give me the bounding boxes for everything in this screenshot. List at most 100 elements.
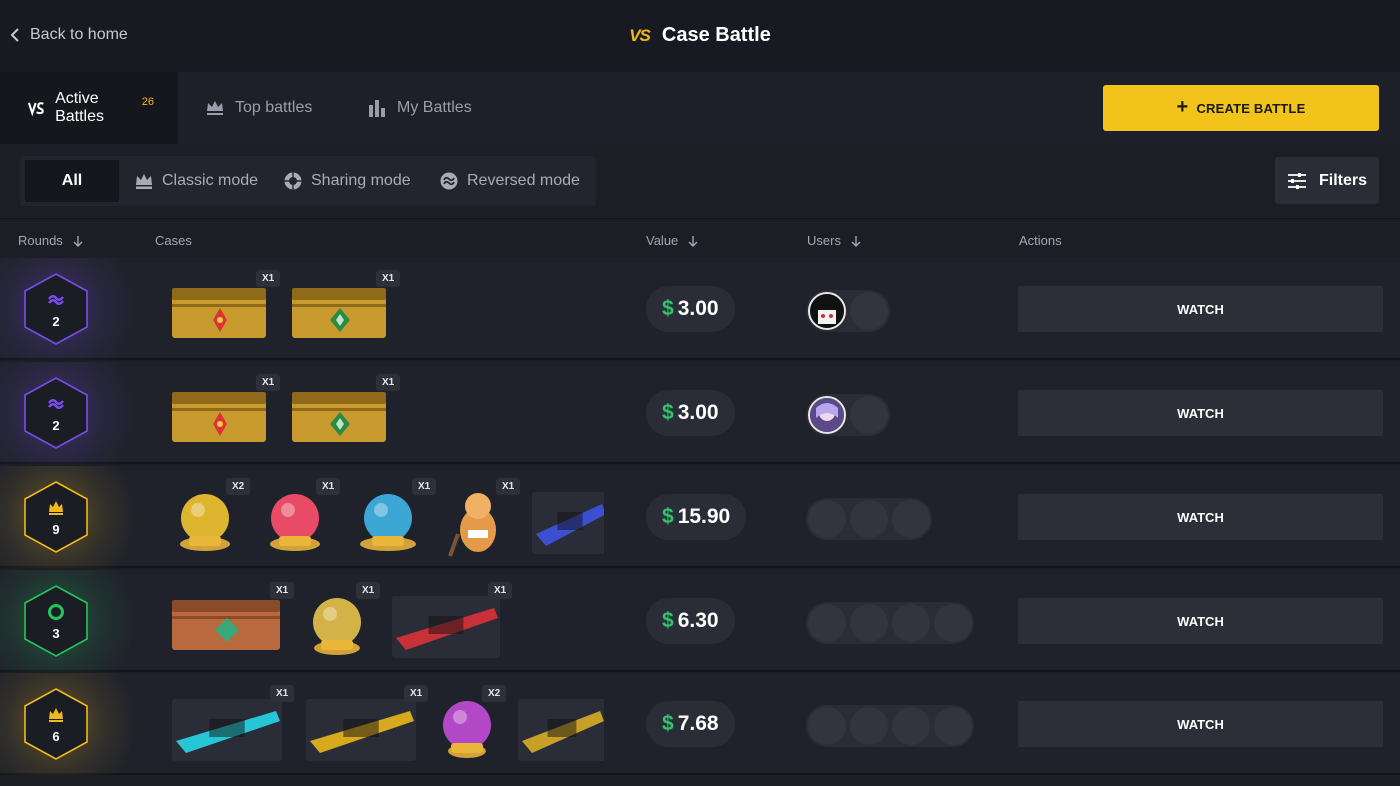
cases-list: X1 X1 [164,268,604,352]
user-slots [806,705,974,747]
case-quantity-badge: X1 [376,374,401,391]
sliders-icon [1287,172,1306,189]
column-users[interactable]: Users [807,233,861,248]
case-quantity-badge: X2 [226,478,251,495]
cases-list: X1 X1 [164,372,604,456]
user-slots [806,602,974,644]
case-quantity-badge: X2 [482,685,507,702]
rounds-count: 9 [52,522,60,537]
column-label: Value [646,233,679,248]
watch-button[interactable]: WATCH [1018,701,1383,747]
mode-label: All [61,172,83,189]
vs-icon [28,102,44,117]
mode-segmented-control: All Classic mode Sharing mode Reversed m… [20,156,596,206]
case-item[interactable]: X2 [436,685,507,767]
empty-user-slot [808,500,846,538]
page-title: VS Case Battle [0,24,1400,47]
currency-symbol: $ [662,401,674,424]
case-item[interactable]: X1 [168,374,281,455]
tab-top-battles[interactable]: Top battles [205,72,312,144]
case-item[interactable]: X1 [302,582,381,664]
mode-label: Reversed mode [467,172,580,189]
tab-my-battles[interactable]: My Battles [367,72,472,144]
mode-classic[interactable]: Classic mode [134,160,258,202]
value-amount: 15.90 [677,505,731,528]
case-item[interactable]: X1 [258,478,341,560]
rounds-count: 6 [52,729,60,744]
case-item[interactable] [514,691,604,767]
column-label: Actions [1019,233,1062,248]
column-label: Rounds [18,233,63,248]
watch-button[interactable]: WATCH [1018,494,1383,540]
empty-user-slot [850,292,888,330]
case-quantity-badge: X1 [270,582,295,599]
column-rounds[interactable]: Rounds [18,233,83,248]
tab-active-battles[interactable]: Active Battles 26 [0,72,178,144]
watch-button[interactable]: WATCH [1018,286,1383,332]
battle-row: 6 X1 X1 X2 $7.68 WATCH [0,673,1400,775]
case-quantity-badge: X1 [256,374,281,391]
case-item[interactable]: X1 [168,270,281,351]
empty-user-slot [850,396,888,434]
column-label: Users [807,233,841,248]
cases-list: X1 X1 X2 [164,683,604,767]
case-item[interactable]: X1 [288,374,401,455]
filters-button[interactable]: Filters [1275,157,1379,204]
case-item[interactable]: X1 [288,270,401,351]
column-value[interactable]: Value [646,233,698,248]
empty-user-slot [850,604,888,642]
empty-user-slot [934,707,972,745]
watch-button[interactable]: WATCH [1018,598,1383,644]
user-slots [806,394,890,436]
battle-row: 3 X1 X1 X1 $6.30 WATCH [0,570,1400,672]
cases-list: X2 X1 X1 X1 [164,476,604,560]
column-cases: Cases [155,233,192,248]
value-amount: 3.00 [677,297,719,320]
case-item[interactable]: X1 [168,582,295,663]
empty-user-slot [808,604,846,642]
battle-value: $3.00 [646,286,735,332]
case-quantity-badge: X1 [496,478,521,495]
empty-user-slot [892,604,930,642]
rounds-hex-badge [24,481,88,553]
case-item[interactable] [528,484,604,560]
currency-symbol: $ [662,609,674,632]
battle-row: 2 X1 X1 $3.00 WATCH [0,258,1400,360]
case-quantity-badge: X1 [270,685,295,702]
user-slots [806,498,932,540]
case-item[interactable]: X2 [168,478,251,560]
tab-label: My Battles [397,99,472,116]
column-label: Cases [155,233,192,248]
empty-user-slot [850,500,888,538]
user-avatar[interactable] [808,292,846,330]
watch-button[interactable]: WATCH [1018,390,1383,436]
case-item[interactable]: X1 [168,685,295,767]
case-item[interactable]: X1 [388,582,513,664]
active-battles-count: 26 [141,96,154,108]
mode-reversed[interactable]: Reversed mode [439,160,580,202]
bar-chart-icon [369,100,385,117]
case-item[interactable]: X1 [302,685,429,767]
sort-down-icon [851,235,861,247]
case-item[interactable]: X1 [348,478,437,560]
case-quantity-badge: X1 [356,582,381,599]
case-item[interactable]: X1 [444,478,521,560]
empty-user-slot [892,500,930,538]
rounds-hex-badge [24,585,88,657]
battle-value: $7.68 [646,701,735,747]
mode-all[interactable]: All [25,160,119,202]
value-amount: 7.68 [677,712,719,735]
reversed-icon [440,172,458,190]
value-amount: 6.30 [677,609,719,632]
mode-sharing[interactable]: Sharing mode [283,160,411,202]
currency-symbol: $ [662,297,674,320]
plus-icon: + [1176,96,1189,118]
case-quantity-badge: X1 [488,582,513,599]
currency-symbol: $ [662,505,674,528]
filters-label: Filters [1318,171,1367,189]
empty-user-slot [892,707,930,745]
user-avatar[interactable] [808,396,846,434]
create-battle-button[interactable]: + CREATE BATTLE [1103,85,1379,131]
case-quantity-badge: X1 [376,270,401,287]
case-quantity-badge: X1 [404,685,429,702]
